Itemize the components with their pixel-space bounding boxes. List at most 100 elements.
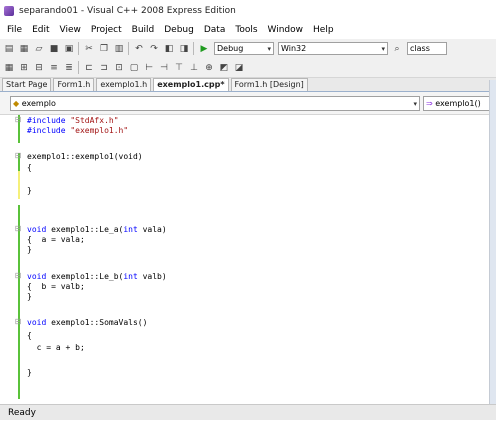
chevron-down-icon: ▾ bbox=[267, 44, 271, 53]
spacing2-icon[interactable]: ⊣ bbox=[158, 62, 170, 74]
code-line: { a = vala; bbox=[27, 235, 85, 244]
cut-icon[interactable]: ✂ bbox=[83, 43, 95, 55]
save-icon[interactable]: ■ bbox=[48, 43, 60, 55]
code-line: } bbox=[27, 292, 32, 301]
scope-select[interactable]: ◆ exemplo ▾ bbox=[10, 96, 420, 111]
tab-exemplo1-cpp[interactable]: exemplo1.cpp* bbox=[153, 78, 229, 91]
find-in-files-icon[interactable]: ⌕ bbox=[391, 43, 403, 55]
make-same-width-icon[interactable]: ⊏ bbox=[83, 62, 95, 74]
standard-toolbar: ▤ ▦ ▱ ■ ▣ ✂ ❐ ▥ ↶ ↷ ◧ ◨ ▶ Debug ▾ Win32 … bbox=[0, 39, 496, 59]
platform-select[interactable]: Win32 ▾ bbox=[278, 42, 388, 55]
align-rights-icon[interactable]: ≡ bbox=[48, 62, 60, 74]
change-marker bbox=[18, 205, 20, 399]
code-void-keyword: void bbox=[27, 318, 47, 327]
menu-debug[interactable]: Debug bbox=[164, 25, 194, 35]
spacing4-icon[interactable]: ⊥ bbox=[188, 62, 200, 74]
code-line: { bbox=[27, 163, 32, 172]
new-project-icon[interactable]: ▤ bbox=[3, 43, 15, 55]
code-line: } bbox=[27, 245, 32, 254]
bottom-area bbox=[0, 420, 496, 448]
layout-toolbar: ▦ ⊞ ⊟ ≡ ≣ ⊏ ⊐ ⊡ ▢ ⊢ ⊣ ⊤ ⊥ ⊕ ◩ ◪ bbox=[0, 58, 496, 78]
title-bar: separando01 - Visual C++ 2008 Express Ed… bbox=[0, 0, 496, 21]
menu-help[interactable]: Help bbox=[313, 25, 334, 35]
open-icon[interactable]: ▱ bbox=[33, 43, 45, 55]
save-all-icon[interactable]: ▣ bbox=[63, 43, 75, 55]
collapse-icon[interactable]: ⊟ bbox=[14, 225, 22, 233]
scope-value: ◆ exemplo bbox=[13, 99, 56, 108]
tab-exemplo1-h[interactable]: exemplo1.h bbox=[96, 78, 152, 91]
menu-project[interactable]: Project bbox=[91, 25, 122, 35]
collapse-icon[interactable]: ⊟ bbox=[14, 318, 22, 326]
code-line: } bbox=[27, 186, 32, 195]
start-debug-icon[interactable]: ▶ bbox=[198, 43, 210, 55]
chevron-down-icon: ▾ bbox=[413, 99, 417, 108]
code-void-keyword: void bbox=[27, 272, 47, 281]
document-tabs: Start Page Form1.h exemplo1.h exemplo1.c… bbox=[0, 78, 496, 92]
toolbar-separator bbox=[78, 42, 79, 55]
scope-label: exemplo bbox=[21, 99, 56, 108]
navigate-back-icon[interactable]: ◧ bbox=[163, 43, 175, 55]
platform-value: Win32 bbox=[281, 44, 307, 53]
menu-file[interactable]: File bbox=[7, 25, 22, 35]
side-panel-strip[interactable] bbox=[489, 80, 496, 420]
code-line: void exemplo1::SomaVals() bbox=[27, 318, 148, 327]
code-line-2: #include bbox=[27, 126, 66, 135]
make-same-height-icon[interactable]: ⊐ bbox=[98, 62, 110, 74]
code-line: exemplo1::exemplo1(void) bbox=[27, 152, 143, 161]
toolbar-separator bbox=[128, 42, 129, 55]
menu-build[interactable]: Build bbox=[132, 25, 155, 35]
solution-config-value: Debug bbox=[217, 44, 244, 53]
menu-tools[interactable]: Tools bbox=[235, 25, 257, 35]
code-line: #include "StdAfx.h" bbox=[27, 116, 119, 125]
member-value: ⇒ exemplo1() bbox=[426, 99, 481, 108]
code-line: { b = valb; bbox=[27, 282, 85, 291]
navigation-bar: ◆ exemplo ▾ ⇒ exemplo1() bbox=[0, 92, 496, 115]
solution-config-select[interactable]: Debug ▾ bbox=[214, 42, 274, 55]
align-lefts-icon[interactable]: ⊞ bbox=[18, 62, 30, 74]
collapse-icon[interactable]: ⊟ bbox=[14, 152, 22, 160]
redo-icon[interactable]: ↷ bbox=[148, 43, 160, 55]
bring-front-icon[interactable]: ◩ bbox=[218, 62, 230, 74]
method-icon: ⇒ bbox=[426, 99, 433, 108]
menu-window[interactable]: Window bbox=[268, 25, 304, 35]
find-combo[interactable]: class bbox=[407, 42, 447, 55]
change-marker bbox=[18, 171, 20, 199]
paste-icon[interactable]: ▥ bbox=[113, 43, 125, 55]
code-line: c = a + b; bbox=[27, 343, 85, 352]
navigate-forward-icon[interactable]: ◨ bbox=[178, 43, 190, 55]
align-tops-icon[interactable]: ≣ bbox=[63, 62, 75, 74]
code-line: void exemplo1::Le_b(int valb) bbox=[27, 272, 167, 281]
send-back-icon[interactable]: ◪ bbox=[233, 62, 245, 74]
tab-form1-design[interactable]: Form1.h [Design] bbox=[230, 78, 308, 91]
spacing-icon[interactable]: ⊢ bbox=[143, 62, 155, 74]
code-line: void exemplo1::Le_a(int vala) bbox=[27, 225, 167, 234]
app-icon bbox=[4, 5, 14, 16]
status-text: Ready bbox=[8, 408, 36, 418]
spacing3-icon[interactable]: ⊤ bbox=[173, 62, 185, 74]
menu-view[interactable]: View bbox=[60, 25, 81, 35]
tab-form1-h[interactable]: Form1.h bbox=[53, 78, 95, 91]
size-to-grid-icon[interactable]: ▢ bbox=[128, 62, 140, 74]
member-select[interactable]: ⇒ exemplo1() bbox=[423, 96, 493, 111]
menu-edit[interactable]: Edit bbox=[32, 25, 49, 35]
chevron-down-icon: ▾ bbox=[381, 44, 385, 53]
find-value: class bbox=[410, 44, 430, 53]
menu-data[interactable]: Data bbox=[204, 25, 226, 35]
undo-icon[interactable]: ↶ bbox=[133, 43, 145, 55]
add-item-icon[interactable]: ▦ bbox=[18, 43, 30, 55]
code-line: { bbox=[27, 331, 32, 340]
tab-start-page[interactable]: Start Page bbox=[2, 78, 52, 91]
toolbar-separator bbox=[78, 61, 79, 74]
align-centers-icon[interactable]: ⊟ bbox=[33, 62, 45, 74]
member-label: exemplo1() bbox=[435, 99, 481, 108]
collapse-icon[interactable]: ⊟ bbox=[14, 272, 22, 280]
menu-bar: File Edit View Project Build Debug Data … bbox=[0, 21, 496, 40]
copy-icon[interactable]: ❐ bbox=[98, 43, 110, 55]
window-title: separando01 - Visual C++ 2008 Express Ed… bbox=[19, 5, 236, 16]
center-icon[interactable]: ⊕ bbox=[203, 62, 215, 74]
make-same-size-icon[interactable]: ⊡ bbox=[113, 62, 125, 74]
class-icon: ◆ bbox=[13, 99, 20, 108]
code-editor[interactable]: ⊟ ⊟ ⊟ ⊟ ⊟ #include "StdAfx.h" #include "… bbox=[0, 115, 491, 402]
collapse-icon[interactable]: ⊟ bbox=[14, 116, 22, 124]
align-grid-icon[interactable]: ▦ bbox=[3, 62, 15, 74]
